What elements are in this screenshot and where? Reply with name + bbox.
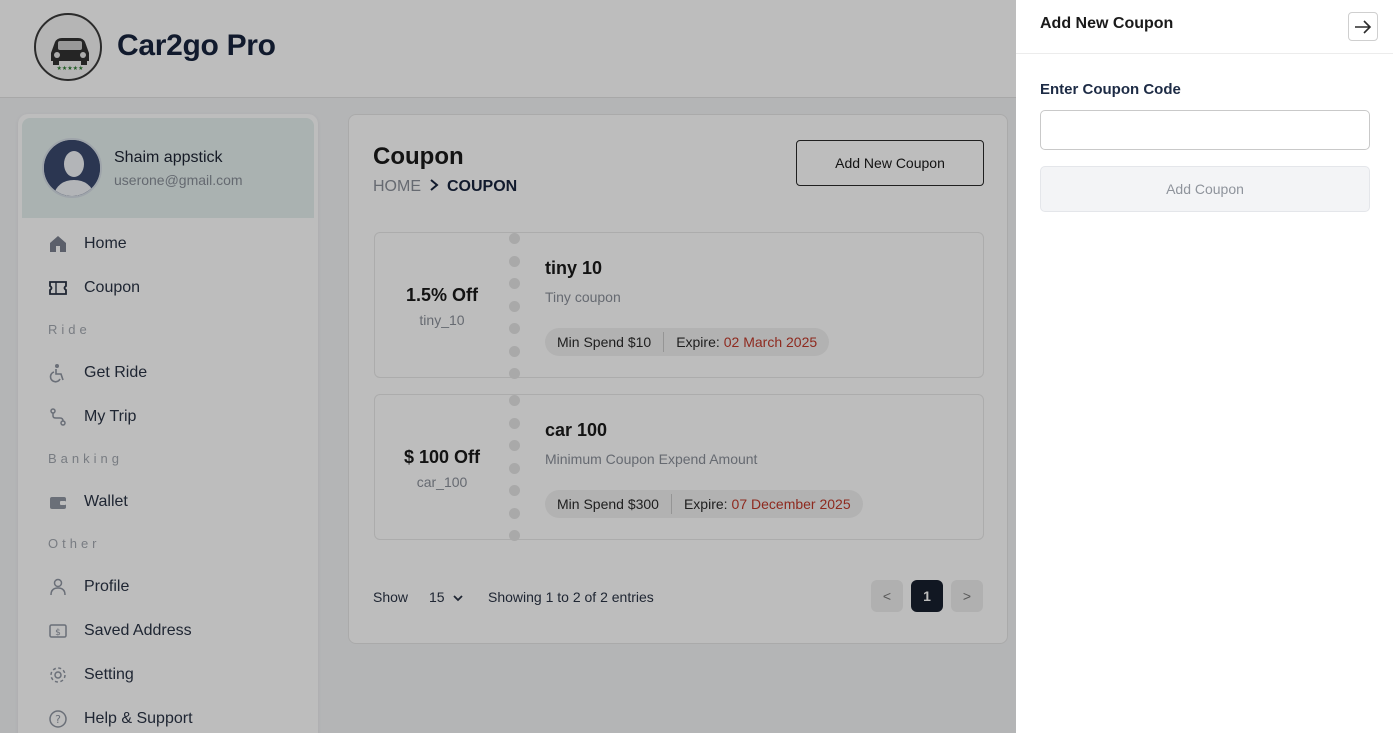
add-coupon-button[interactable]: Add Coupon xyxy=(1040,166,1370,212)
drawer-header: Add New Coupon xyxy=(1016,0,1393,54)
coupon-code-input[interactable] xyxy=(1040,110,1370,150)
close-drawer-button[interactable] xyxy=(1348,12,1378,41)
arrow-right-icon xyxy=(1355,19,1372,34)
add-coupon-drawer: Add New Coupon Enter Coupon Code Add Cou… xyxy=(1016,0,1393,733)
drawer-title: Add New Coupon xyxy=(1040,15,1174,32)
coupon-code-label: Enter Coupon Code xyxy=(1040,81,1181,98)
